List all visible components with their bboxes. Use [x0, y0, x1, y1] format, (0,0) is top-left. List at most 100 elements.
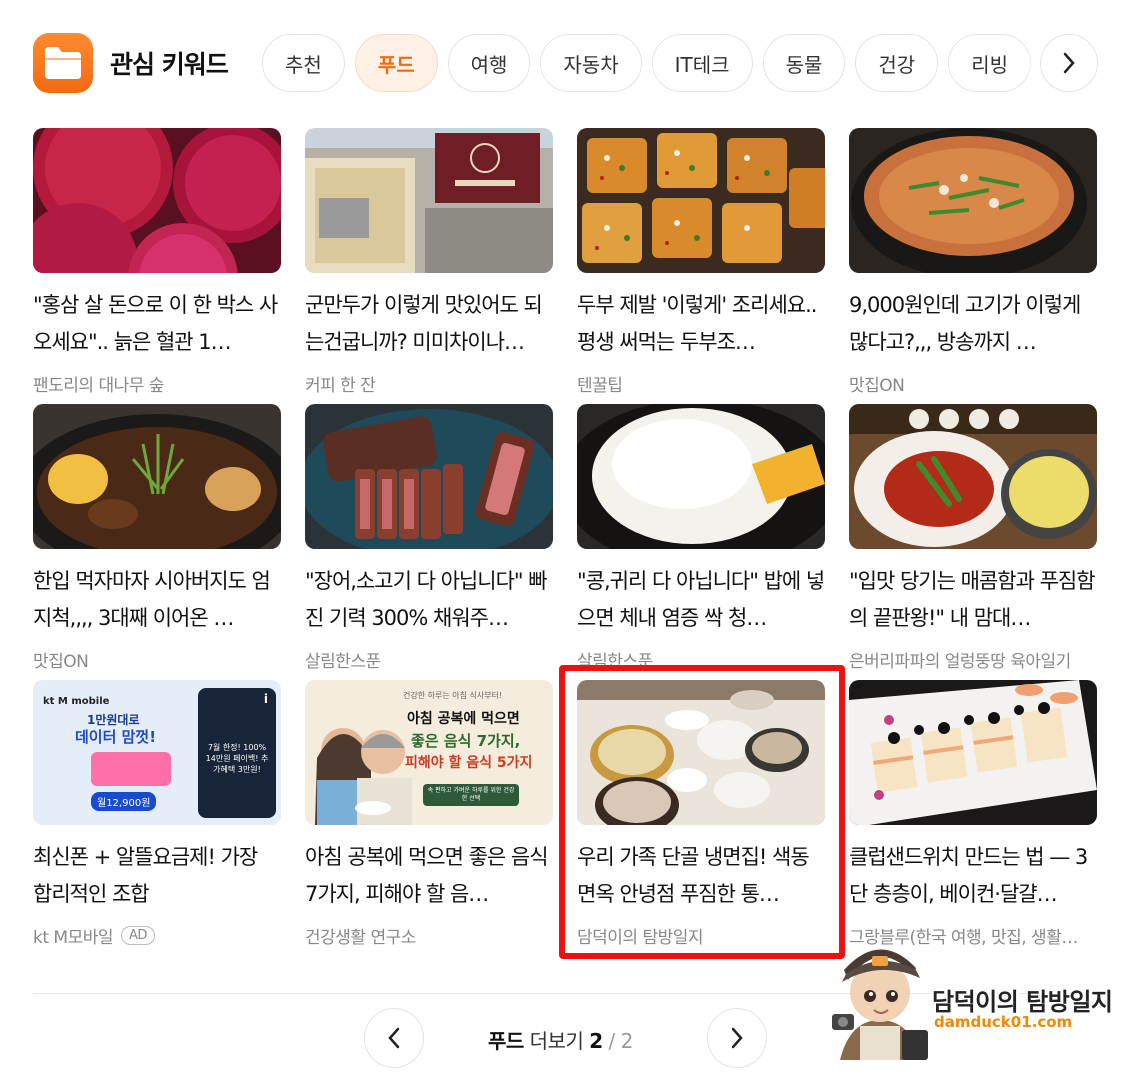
- source-name: 은버리파파의 얼렁뚱땅 육아일기: [849, 652, 1071, 672]
- source-name: 텐꿀팁: [577, 376, 623, 396]
- chevron-right-icon: [1063, 52, 1075, 74]
- article-source: 살림한스푼: [577, 647, 825, 672]
- article-card[interactable]: "콩,귀리 다 아닙니다" 밥에 넣으면 체내 염증 싹 청… 살림한스푼: [577, 404, 825, 672]
- source-name: 커피 한 잔: [305, 376, 376, 396]
- article-title[interactable]: 클럽샌드위치 만드는 법 — 3단 층층이, 베이컨·달걀…: [849, 839, 1097, 913]
- article-grid: "홍삼 살 돈으로 이 한 박스 사 오세요".. 늙은 혈관 1… 팬도리의 …: [33, 128, 1099, 948]
- article-card[interactable]: "홍삼 살 돈으로 이 한 박스 사 오세요".. 늙은 혈관 1… 팬도리의 …: [33, 128, 281, 396]
- source-name: 담덕이의 탐방일지: [577, 928, 704, 948]
- keyword-header: 관심 키워드 추천 푸드 여행 자동차 IT테크 동물 건강 리빙: [0, 0, 1133, 128]
- next-page-button[interactable]: [707, 1008, 767, 1068]
- article-title[interactable]: 우리 가족 단골 냉면집! 색동면옥 안녕점 푸짐한 통…: [577, 839, 825, 913]
- chip-car[interactable]: 자동차: [540, 34, 642, 92]
- thumbnail[interactable]: 건강한 하루는 아침 식사부터! 아침 공복에 먹으면 좋은 음식 7가지, 피…: [305, 680, 553, 825]
- article-card[interactable]: 군만두가 이렇게 맛있어도 되는건굽니까? 미미차이나… 커피 한 잔: [305, 128, 553, 396]
- chip-health[interactable]: 건강: [855, 34, 939, 92]
- watermark-url: damduck01.com: [934, 1013, 1073, 1031]
- thumbnail[interactable]: [849, 404, 1097, 549]
- article-title[interactable]: "장어,소고기 다 아닙니다" 빠진 기력 300% 채워주…: [305, 563, 553, 637]
- chip-recommend[interactable]: 추천: [262, 34, 345, 92]
- source-name: 팬도리의 대나무 숲: [33, 376, 164, 396]
- article-card[interactable]: 한입 먹자마자 시아버지도 엄지척,,,, 3대째 이어온 … 맛집ON: [33, 404, 281, 672]
- info-icon[interactable]: i: [264, 692, 268, 706]
- thumbnail[interactable]: [33, 404, 281, 549]
- chip-food[interactable]: 푸드: [354, 34, 438, 92]
- thumbnail[interactable]: [577, 680, 825, 825]
- chips-next-button[interactable]: [1040, 34, 1098, 92]
- article-title[interactable]: "홍삼 살 돈으로 이 한 박스 사 오세요".. 늙은 혈관 1…: [33, 287, 281, 361]
- chip-it-tech[interactable]: IT테크: [651, 34, 753, 92]
- article-title[interactable]: "입맛 당기는 매콤함과 푸짐함의 끝판왕!" 내 맘대…: [849, 563, 1097, 637]
- thumbnail[interactable]: [849, 128, 1097, 273]
- chip-travel[interactable]: 여행: [447, 34, 531, 92]
- source-name: 맛집ON: [849, 376, 905, 396]
- poster-foot: 속 편하고 가벼운 하루를 위한 건강한 선택: [423, 784, 519, 806]
- folder-icon: [33, 33, 93, 93]
- article-title[interactable]: 최신폰 + 알뜰요금제! 가장 합리적인 조합: [33, 839, 281, 913]
- poster-top: 건강한 하루는 아침 식사부터!: [403, 691, 503, 700]
- poster-line2: 좋은 음식 7가지,: [411, 732, 521, 750]
- chip-living[interactable]: 리빙: [948, 34, 1031, 92]
- article-title[interactable]: 군만두가 이렇게 맛있어도 되는건굽니까? 미미차이나…: [305, 287, 553, 361]
- chevron-right-icon: [731, 1027, 743, 1049]
- article-source: 건강생활 연구소: [305, 923, 553, 948]
- chip-animal[interactable]: 동물: [762, 34, 846, 92]
- article-source: 살림한스푼: [305, 647, 553, 672]
- pager-category: 푸드: [488, 1029, 524, 1053]
- ad-banner[interactable]: kt M mobile 1만원대로 데이터 맘껏! 월12,900원 i 7월 …: [33, 680, 281, 825]
- watermark: 담덕이의 탐방일지 damduck01.com: [830, 930, 1130, 1070]
- article-source: kt M모바일 AD: [33, 923, 281, 948]
- article-source: 커피 한 잔: [305, 371, 553, 396]
- ad-line2: 데이터 맘껏!: [75, 728, 157, 746]
- article-card[interactable]: "입맛 당기는 매콤함과 푸짐함의 끝판왕!" 내 맘대… 은버리파파의 얼렁뚱…: [849, 404, 1097, 672]
- thumbnail[interactable]: [33, 128, 281, 273]
- source-name: kt M모바일: [33, 928, 114, 948]
- prev-page-button[interactable]: [364, 1008, 424, 1068]
- ad-side-text: 7월 한정! 100% 14만원 페이백! 추가혜택 3만원!: [205, 743, 269, 774]
- article-card[interactable]: 클럽샌드위치 만드는 법 — 3단 층층이, 베이컨·달걀… 그랑블루(한국 여…: [849, 680, 1097, 948]
- section-title: 관심 키워드: [110, 50, 229, 79]
- article-source: 맛집ON: [33, 647, 281, 672]
- watermark-title: 담덕이의 탐방일지: [932, 988, 1113, 1016]
- keyword-chip-list: 추천 푸드 여행 자동차 IT테크 동물 건강 리빙: [262, 34, 1040, 92]
- thumbnail[interactable]: [577, 404, 825, 549]
- chevron-left-icon: [388, 1027, 400, 1049]
- ad-graphic: [91, 752, 171, 786]
- thumbnail[interactable]: [305, 128, 553, 273]
- ad-price: 월12,900원: [91, 792, 157, 811]
- source-name: 살림한스푼: [305, 652, 381, 672]
- article-title[interactable]: 9,000원인데 고기가 이렇게 많다고?,,, 방송까지 …: [849, 287, 1097, 361]
- pager-label[interactable]: 푸드 더보기 2 / 2: [488, 1025, 633, 1054]
- thumbnail[interactable]: [577, 128, 825, 273]
- pager-current: 2: [589, 1029, 603, 1053]
- article-card[interactable]: "장어,소고기 다 아닙니다" 빠진 기력 300% 채워주… 살림한스푼: [305, 404, 553, 672]
- poster-line1: 아침 공복에 먹으면: [407, 711, 520, 727]
- poster-line3: 피해야 할 음식 5가지: [405, 755, 533, 771]
- article-source: 은버리파파의 얼렁뚱땅 육아일기: [849, 647, 1097, 672]
- ad-brand: kt M mobile: [43, 696, 110, 707]
- ad-badge[interactable]: AD: [121, 926, 155, 945]
- pager-total: 2: [620, 1029, 634, 1053]
- mascot-icon: [832, 949, 928, 1060]
- ad-side-panel: i 7월 한정! 100% 14만원 페이백! 추가혜택 3만원!: [198, 688, 276, 818]
- article-card[interactable]: 우리 가족 단골 냉면집! 색동면옥 안녕점 푸짐한 통… 담덕이의 탐방일지: [577, 680, 825, 948]
- article-source: 맛집ON: [849, 371, 1097, 396]
- article-source: 팬도리의 대나무 숲: [33, 371, 281, 396]
- article-card[interactable]: 두부 제발 '이렇게' 조리세요.. 평생 써먹는 두부조… 텐꿀팁: [577, 128, 825, 396]
- thumbnail[interactable]: [849, 680, 1097, 825]
- article-title[interactable]: 아침 공복에 먹으면 좋은 음식 7가지, 피해야 할 음…: [305, 839, 553, 913]
- source-name: 살림한스푼: [577, 652, 653, 672]
- article-title[interactable]: 두부 제발 '이렇게' 조리세요.. 평생 써먹는 두부조…: [577, 287, 825, 361]
- article-title[interactable]: 한입 먹자마자 시아버지도 엄지척,,,, 3대째 이어온 …: [33, 563, 281, 637]
- thumbnail[interactable]: [305, 404, 553, 549]
- article-source: 담덕이의 탐방일지: [577, 923, 825, 948]
- source-name: 맛집ON: [33, 652, 89, 672]
- article-card[interactable]: 건강한 하루는 아침 식사부터! 아침 공복에 먹으면 좋은 음식 7가지, 피…: [305, 680, 553, 948]
- pager-more: 더보기: [529, 1029, 584, 1053]
- pager-separator: /: [608, 1029, 616, 1053]
- article-source: 텐꿀팁: [577, 371, 825, 396]
- article-title[interactable]: "콩,귀리 다 아닙니다" 밥에 넣으면 체내 염증 싹 청…: [577, 563, 825, 637]
- article-card[interactable]: 9,000원인데 고기가 이렇게 많다고?,,, 방송까지 … 맛집ON: [849, 128, 1097, 396]
- source-name: 건강생활 연구소: [305, 928, 416, 948]
- ad-card[interactable]: kt M mobile 1만원대로 데이터 맘껏! 월12,900원 i 7월 …: [33, 680, 281, 948]
